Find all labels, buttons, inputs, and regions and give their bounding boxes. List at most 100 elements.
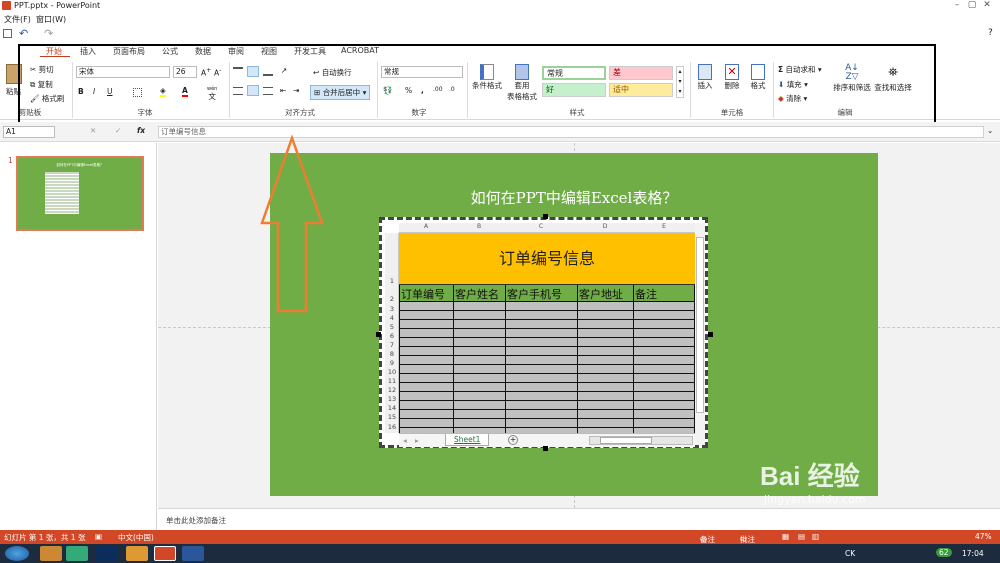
- vertical-scrollbar[interactable]: [695, 223, 705, 445]
- language-indicator[interactable]: 中文(中国): [118, 532, 154, 543]
- title-bar: PPT.pptx - PowerPoint – ▢ ✕: [0, 0, 1000, 12]
- menu-bar: 文件(F) 窗口(W): [0, 12, 1000, 24]
- taskbar: CK 62 17:04: [0, 544, 1000, 563]
- row-header[interactable]: 6: [385, 332, 399, 340]
- row-divider: [399, 382, 695, 383]
- column-header[interactable]: D: [577, 223, 633, 230]
- row-divider: [399, 364, 695, 365]
- merged-title-cell[interactable]: 订单编号信息: [399, 233, 695, 285]
- row-headers: 1 2 3 4 5 6 7 8 9 10 11 12 13 14 15 16: [385, 233, 399, 433]
- resize-handle[interactable]: [543, 214, 548, 219]
- column-header[interactable]: B: [453, 223, 505, 230]
- sheet-prev-icon[interactable]: ◂: [403, 436, 407, 445]
- header-cell[interactable]: 备注: [635, 286, 693, 302]
- column-header[interactable]: E: [633, 223, 695, 230]
- row-header[interactable]: 8: [385, 350, 399, 358]
- word-taskbar-icon[interactable]: [182, 546, 204, 561]
- row-header[interactable]: 2: [385, 295, 399, 303]
- fx-label: fx: [137, 126, 146, 135]
- window-title: PPT.pptx - PowerPoint: [14, 1, 101, 10]
- enter-icon[interactable]: ✓: [115, 126, 121, 135]
- header-cell[interactable]: 客户姓名: [455, 286, 505, 302]
- photoshop-icon[interactable]: [96, 546, 118, 561]
- thumbnail-number: 1: [8, 156, 13, 165]
- slide[interactable]: 如何在PPT中编辑Excel表格？ A B C D E 1 2 3 4 5 6 …: [270, 153, 878, 496]
- ime-indicator[interactable]: CK: [845, 549, 855, 558]
- row-header[interactable]: 14: [385, 404, 399, 412]
- row-header[interactable]: 4: [385, 314, 399, 322]
- powerpoint-taskbar-icon[interactable]: [154, 546, 176, 561]
- column-headers: A B C D E: [399, 223, 695, 233]
- column-divider: [505, 285, 506, 433]
- row-header[interactable]: 7: [385, 341, 399, 349]
- row-divider: [399, 418, 695, 419]
- help-icon[interactable]: ?: [988, 28, 993, 38]
- app-icon[interactable]: [40, 546, 62, 561]
- row-header[interactable]: 16: [385, 423, 399, 431]
- redo-icon[interactable]: ↷: [44, 27, 53, 40]
- column-divider: [577, 285, 578, 433]
- row-divider: [399, 355, 695, 356]
- row-divider: [399, 319, 695, 320]
- chrome-icon[interactable]: [126, 546, 148, 561]
- row-header[interactable]: 9: [385, 359, 399, 367]
- horizontal-scrollbar[interactable]: [589, 436, 693, 445]
- undo-icon[interactable]: ↶: [19, 27, 28, 40]
- column-divider: [399, 285, 400, 433]
- resize-handle[interactable]: [708, 332, 713, 337]
- slide-title[interactable]: 如何在PPT中编辑Excel表格？: [270, 187, 878, 208]
- row-divider: [399, 301, 695, 302]
- save-icon[interactable]: [3, 29, 12, 38]
- row-divider: [399, 346, 695, 347]
- cancel-icon[interactable]: ✕: [90, 126, 96, 135]
- name-box[interactable]: A1: [3, 126, 55, 138]
- table-grid: 订单编号 客户姓名 客户手机号 客户地址 备注: [399, 285, 695, 433]
- slide-thumbnail[interactable]: 如何在PPT中编辑Excel表格？: [16, 156, 144, 231]
- scroll-thumb[interactable]: [600, 437, 652, 444]
- header-cell[interactable]: 客户手机号: [507, 286, 577, 302]
- row-header[interactable]: 12: [385, 386, 399, 394]
- column-divider: [453, 285, 454, 433]
- thumbnail-title: 如何在PPT中编辑Excel表格？: [56, 163, 104, 167]
- row-header[interactable]: 13: [385, 395, 399, 403]
- resize-handle[interactable]: [543, 446, 548, 451]
- wechat-icon[interactable]: [66, 546, 88, 561]
- menu-file[interactable]: 文件(F): [4, 14, 31, 25]
- powerpoint-logo-icon: [2, 1, 11, 10]
- notes-placeholder[interactable]: 单击此处添加备注: [166, 515, 226, 526]
- row-header[interactable]: 11: [385, 377, 399, 385]
- row-header[interactable]: 10: [385, 368, 399, 376]
- row-divider: [399, 409, 695, 410]
- column-header[interactable]: C: [505, 223, 577, 230]
- start-button[interactable]: [5, 546, 29, 561]
- slide-counter: 幻灯片 第 1 张，共 1 张: [4, 533, 86, 542]
- minimize-button[interactable]: –: [950, 0, 964, 11]
- sheet-tab-bar: ◂ ▸ Sheet1 +: [399, 433, 695, 447]
- watermark-url: jingyan.baidu.com: [764, 493, 866, 506]
- scroll-thumb[interactable]: [696, 237, 704, 413]
- thumbnail-pane: 1 如何在PPT中编辑Excel表格？: [0, 143, 157, 530]
- row-divider: [399, 310, 695, 311]
- close-button[interactable]: ✕: [980, 0, 994, 11]
- formula-bar: A1 ✕ ✓ fx 订单编号信息 ⌄: [0, 122, 1000, 142]
- clock[interactable]: 17:04: [962, 549, 984, 558]
- header-cell[interactable]: 订单编号: [401, 286, 453, 302]
- column-header[interactable]: A: [399, 223, 453, 230]
- sheet-tab[interactable]: Sheet1: [445, 434, 490, 446]
- add-sheet-icon[interactable]: +: [508, 435, 518, 445]
- embedded-excel-object[interactable]: A B C D E 1 2 3 4 5 6 7 8 9 10 11 12 13 …: [376, 214, 713, 451]
- sheet-next-icon[interactable]: ▸: [415, 436, 419, 445]
- header-cell[interactable]: 客户地址: [579, 286, 633, 302]
- row-divider: [399, 391, 695, 392]
- maximize-button[interactable]: ▢: [965, 0, 979, 11]
- up-arrow-annotation: [260, 135, 324, 313]
- row-header[interactable]: 15: [385, 413, 399, 421]
- watermark-brand: Bai 经验: [760, 461, 860, 491]
- expand-formula-icon[interactable]: ⌄: [987, 126, 993, 135]
- row-header[interactable]: 3: [385, 305, 399, 313]
- row-header[interactable]: 5: [385, 323, 399, 331]
- spellcheck-icon[interactable]: ▣: [95, 532, 102, 541]
- resize-handle[interactable]: [376, 332, 381, 337]
- menu-window[interactable]: 窗口(W): [36, 14, 66, 25]
- row-header[interactable]: 1: [385, 277, 399, 285]
